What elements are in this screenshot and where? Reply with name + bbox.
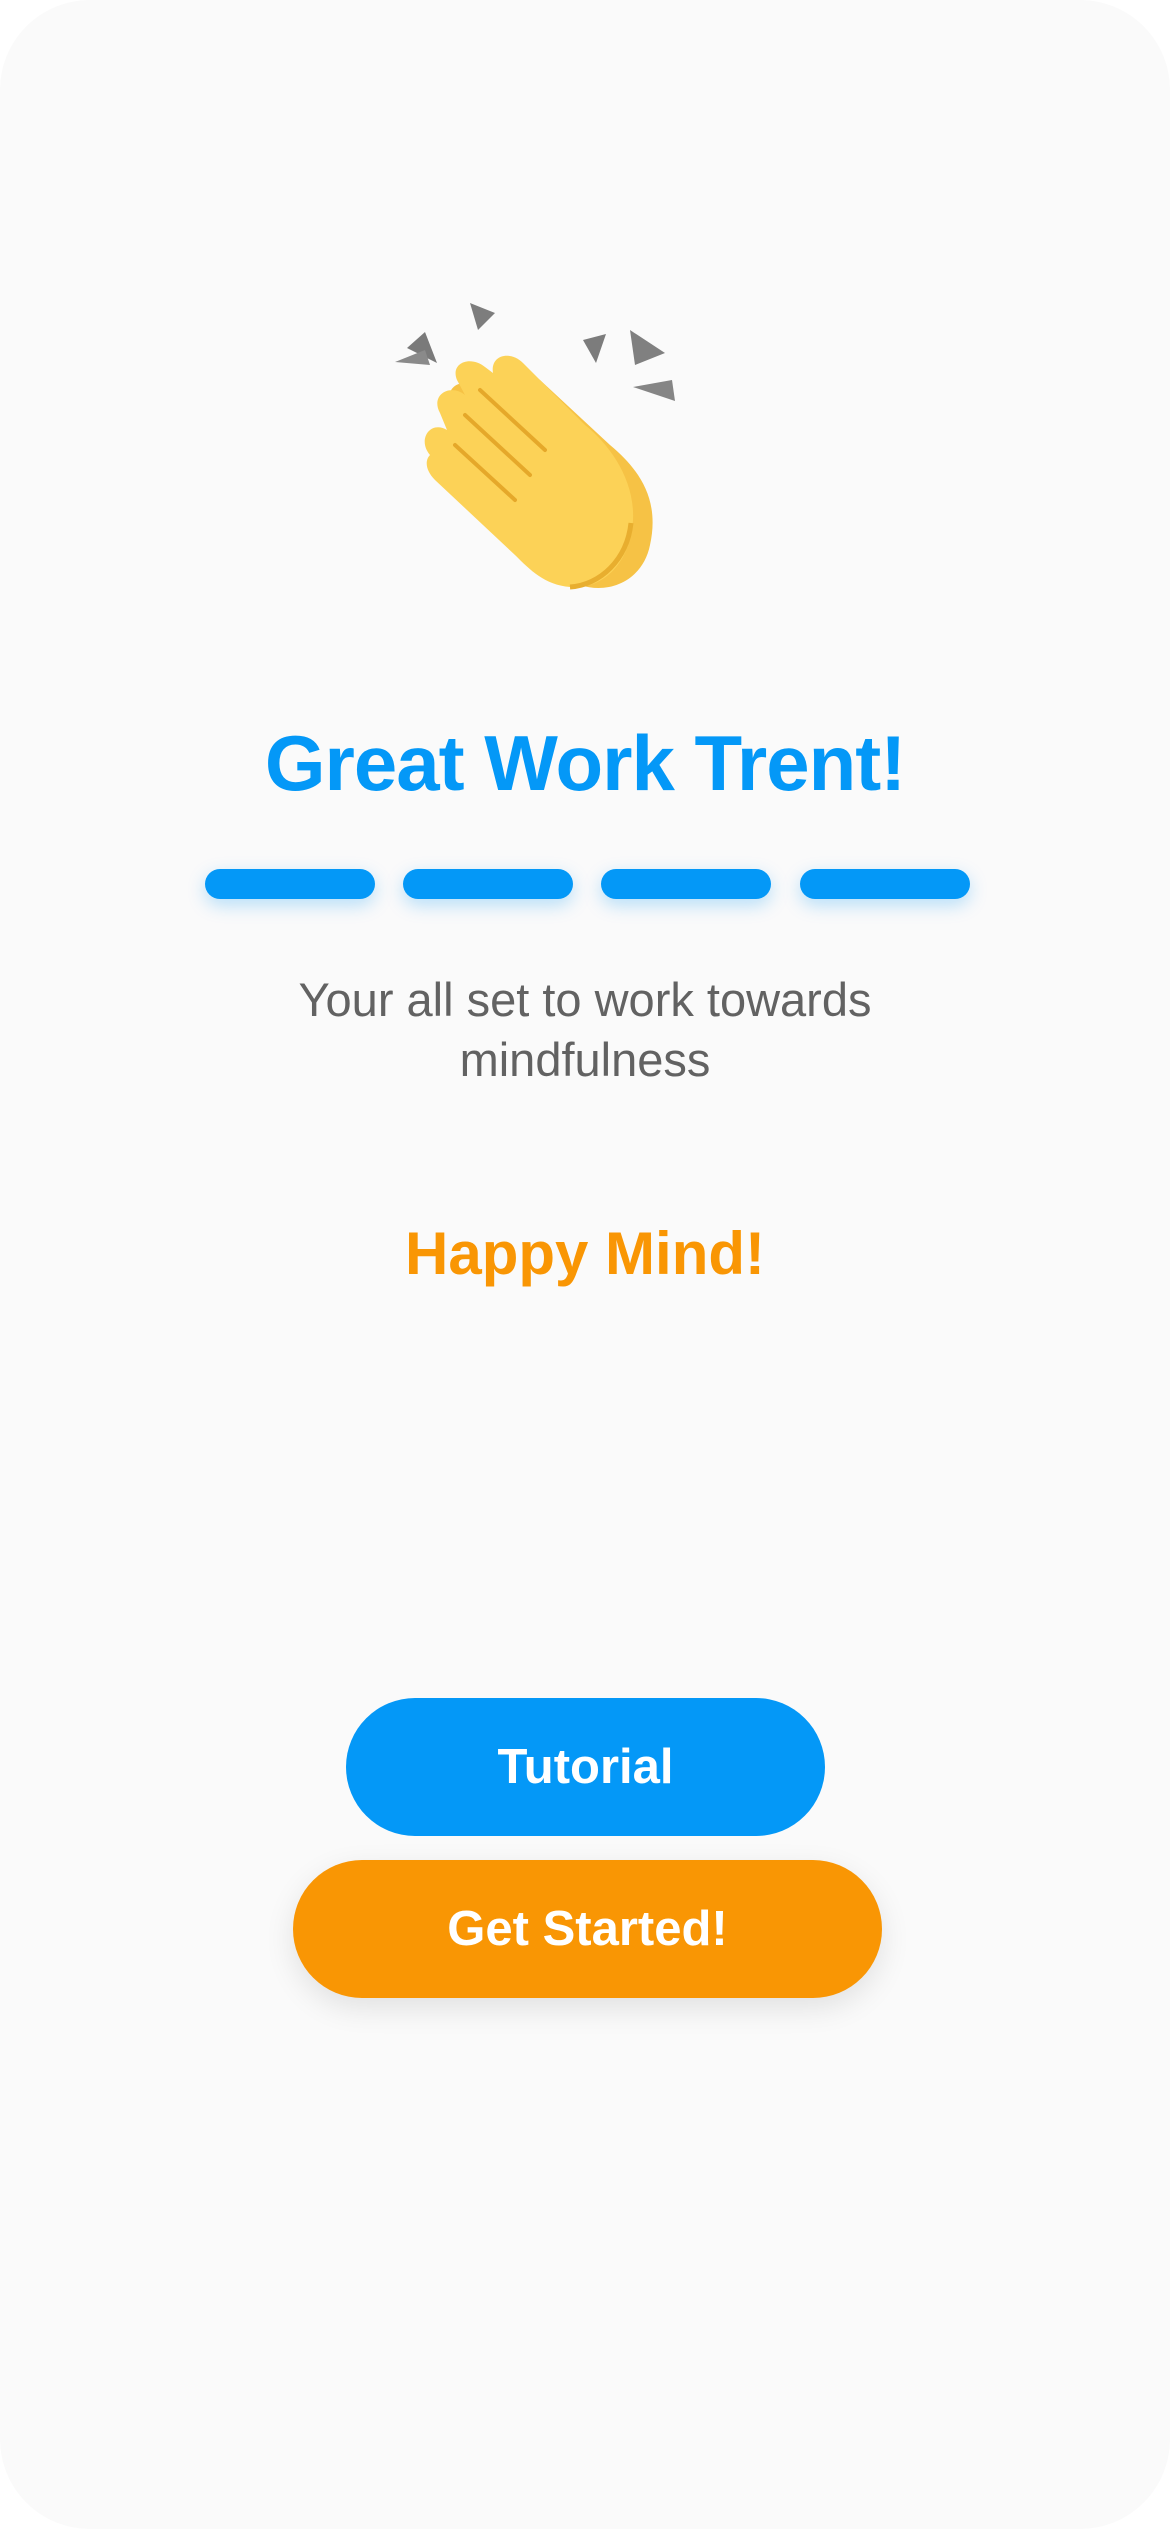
subtitle-text: Your all set to work towards mindfulness [298, 973, 872, 1086]
tutorial-button[interactable]: Tutorial [346, 1698, 825, 1836]
get-started-button[interactable]: Get Started! [293, 1860, 882, 1998]
tagline-text: Happy Mind! [405, 1220, 765, 1287]
clapping-hands-icon [395, 303, 675, 590]
progress-step [800, 869, 970, 899]
progress-indicator [205, 869, 970, 899]
completion-screen: Great Work Trent! Your all set to work t… [0, 0, 1170, 2529]
progress-step [205, 869, 375, 899]
page-title: Great Work Trent! [264, 719, 906, 807]
progress-step [403, 869, 573, 899]
progress-step [601, 869, 771, 899]
